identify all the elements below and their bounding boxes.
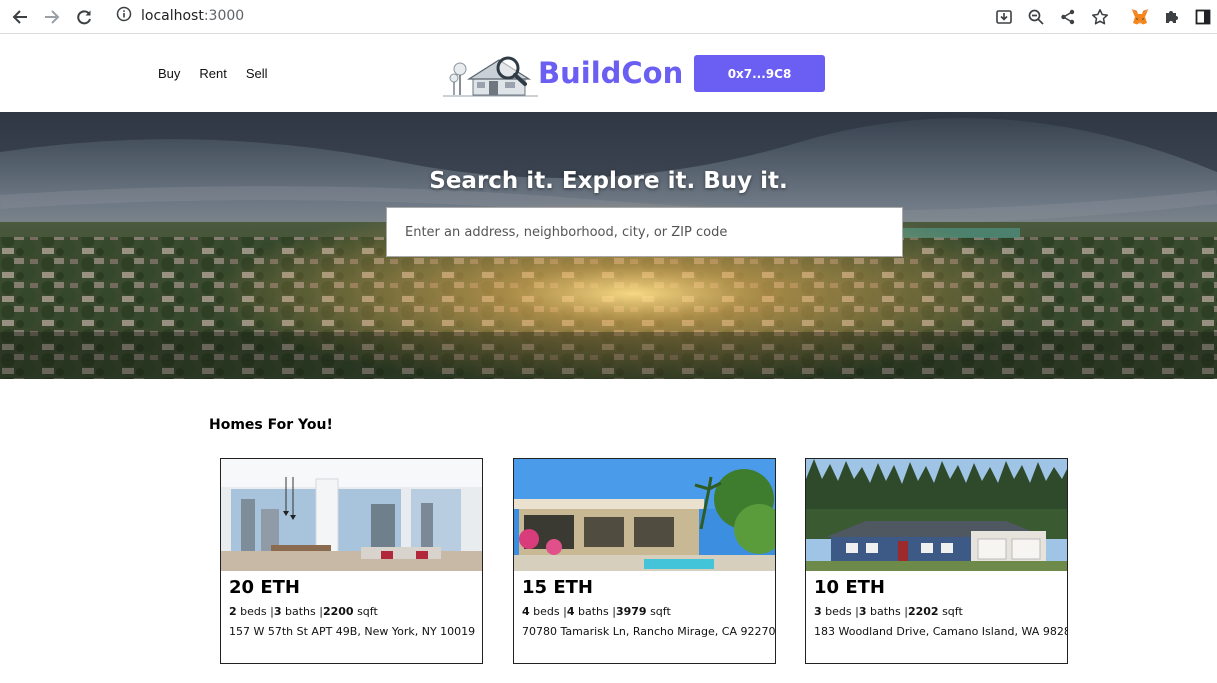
listing-price: 10 ETH (814, 577, 885, 598)
baths-count: 3 (858, 605, 867, 618)
url-host: localhost (141, 8, 204, 24)
main-nav: Buy Rent Sell (158, 66, 268, 81)
baths-count: 4 (566, 605, 575, 618)
beds-count: 3 (814, 605, 822, 618)
baths-label: baths (284, 605, 316, 618)
listing-price: 20 ETH (229, 577, 300, 598)
reload-icon[interactable] (71, 4, 97, 30)
baths-label: baths (577, 605, 609, 618)
listing-photo-woodland-house (806, 459, 1067, 571)
back-icon[interactable] (7, 4, 33, 30)
sqft-count: 3979 (615, 605, 647, 618)
sqft-count: 2202 (907, 605, 939, 618)
beds-label: beds (240, 605, 267, 618)
nav-buy-link[interactable]: Buy (158, 66, 180, 81)
beds-count: 2 (229, 605, 237, 618)
listing-address: 157 W 57th St APT 49B, New York, NY 1001… (229, 625, 476, 638)
listing-card[interactable]: 15 ETH 4 beds |4 baths |3979 sqft 70780 … (513, 458, 776, 664)
search-input[interactable] (386, 207, 903, 257)
metamask-fox-icon[interactable] (1127, 4, 1153, 30)
extensions-puzzle-icon[interactable] (1159, 4, 1185, 30)
hero-title: Search it. Explore it. Buy it. (429, 168, 788, 194)
sqft-label: sqft (357, 605, 378, 618)
beds-count: 4 (522, 605, 530, 618)
listing-price: 15 ETH (522, 577, 593, 598)
brand-logo[interactable]: BuildCon (443, 48, 683, 98)
side-panel-icon[interactable] (1190, 4, 1216, 30)
url-port: :3000 (203, 8, 245, 24)
listing-specs: 3 beds |3 baths |2202 sqft (814, 605, 963, 618)
zoom-icon[interactable] (1023, 4, 1049, 30)
listing-address: 183 Woodland Drive, Camano Island, WA 98… (814, 625, 1068, 638)
nav-rent-link[interactable]: Rent (199, 66, 226, 81)
listing-specs: 2 beds |3 baths |2200 sqft (229, 605, 378, 618)
baths-label: baths (869, 605, 901, 618)
browser-toolbar: localhost:3000 (0, 0, 1217, 34)
beds-label: beds (825, 605, 852, 618)
wallet-connect-button[interactable]: 0x7...9C8 (694, 55, 825, 92)
sqft-count: 2200 (322, 605, 354, 618)
site-header: Buy Rent Sell BuildCon 0x7...9C8 (0, 35, 1217, 112)
house-search-logo-icon (443, 56, 538, 97)
section-title: Homes For You! (209, 417, 333, 433)
listing-card[interactable]: 20 ETH 2 beds |3 baths |2200 sqft 157 W … (220, 458, 483, 664)
install-app-icon[interactable] (991, 4, 1017, 30)
sqft-label: sqft (942, 605, 963, 618)
listing-specs: 4 beds |4 baths |3979 sqft (522, 605, 671, 618)
forward-icon[interactable] (39, 4, 65, 30)
listing-photo-interior (221, 459, 482, 571)
share-icon[interactable] (1055, 4, 1081, 30)
listing-card[interactable]: 10 ETH 3 beds |3 baths |2202 sqft 183 Wo… (805, 458, 1068, 664)
hero-banner: Search it. Explore it. Buy it. (0, 112, 1217, 379)
url-text: localhost:3000 (141, 8, 244, 24)
baths-count: 3 (273, 605, 282, 618)
brand-name: BuildCon (538, 56, 684, 90)
listing-address: 70780 Tamarisk Ln, Rancho Mirage, CA 922… (522, 625, 776, 638)
site-info-icon[interactable] (116, 6, 132, 26)
listing-photo-pool-house (514, 459, 775, 571)
beds-label: beds (533, 605, 560, 618)
sqft-label: sqft (650, 605, 671, 618)
bookmark-star-icon[interactable] (1087, 4, 1113, 30)
address-bar[interactable]: localhost:3000 (106, 2, 976, 30)
nav-sell-link[interactable]: Sell (246, 66, 268, 81)
